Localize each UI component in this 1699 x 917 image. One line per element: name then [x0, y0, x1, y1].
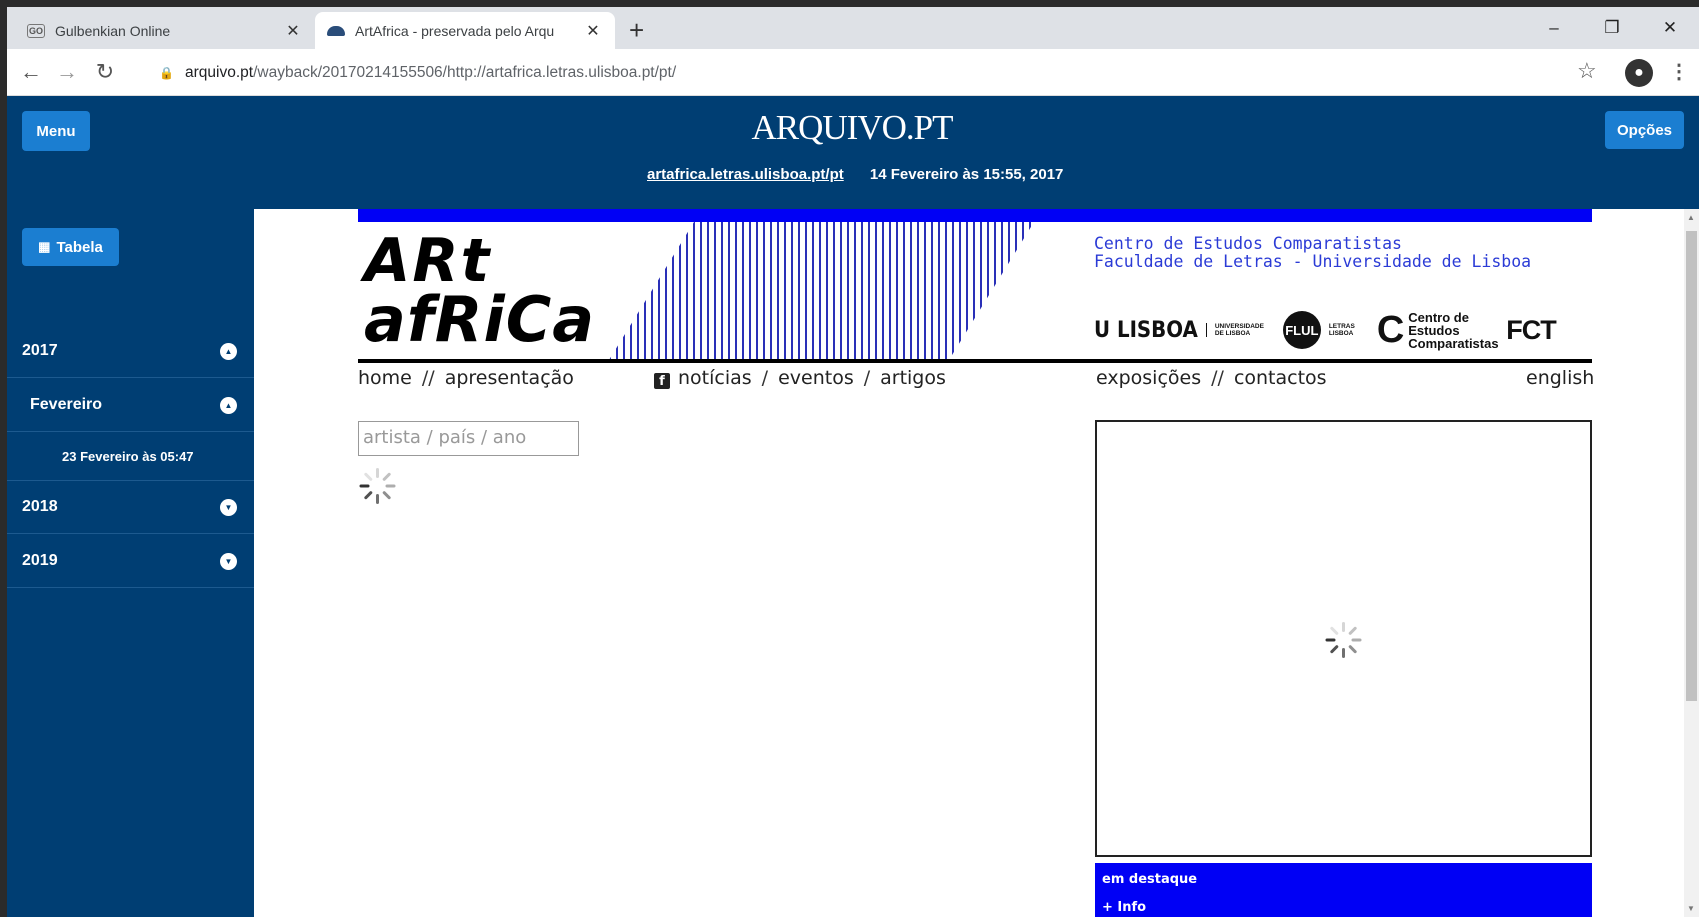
browser-menu-icon[interactable]: ⋮	[1669, 59, 1689, 84]
stripes-graphic	[609, 222, 1034, 360]
options-button[interactable]: Opções	[1605, 111, 1684, 149]
site-nav-middle: f notícias / eventos / artigos	[654, 367, 946, 389]
nav-noticias[interactable]: notícias	[678, 367, 752, 389]
tab-strip: GO Gulbenkian Online ✕ ArtAfrica - prese…	[7, 7, 1699, 49]
year-label: 2019	[22, 552, 58, 569]
flul-small-text: LETRAS LISBOA	[1328, 323, 1355, 337]
archive-info: artafrica.letras.ulisboa.pt/pt 14 Fevere…	[647, 166, 1063, 183]
account-icon[interactable]: ●	[1625, 59, 1653, 87]
loading-spinner-icon	[1324, 620, 1364, 660]
new-tab-button[interactable]: +	[629, 15, 644, 45]
arquivo-logo[interactable]: ARQUIVO.PT	[627, 108, 1077, 148]
fct-logo[interactable]: FCT	[1506, 315, 1556, 346]
window-controls: – ❐ ✕	[1525, 7, 1699, 49]
institution-line-1: Centro de Estudos Comparatistas	[1094, 234, 1402, 253]
institution-text: Centro de Estudos Comparatistas Faculdad…	[1094, 235, 1531, 271]
bookmark-star-icon[interactable]: ☆	[1577, 58, 1597, 84]
ulisboa-small-text: UNIVERSIDADE DE LISBOA	[1205, 323, 1264, 337]
reload-icon[interactable]: ↻	[91, 59, 119, 85]
timeline-sidebar: ▦ Tabela 2017 ▲ Fevereiro ▲ 23 Fevereiro…	[7, 209, 254, 917]
chevron-down-icon: ▼	[220, 552, 237, 570]
back-arrow-icon[interactable]: ←	[17, 59, 45, 85]
menu-button[interactable]: Menu	[22, 111, 90, 151]
month-label: Fevereiro	[30, 396, 103, 413]
scroll-down-icon[interactable]: ▼	[1687, 904, 1695, 913]
nav-exposicoes[interactable]: exposições	[1096, 367, 1201, 389]
gulbenkian-favicon-icon: GO	[27, 23, 45, 38]
lock-icon: 🔒	[159, 66, 174, 80]
restore-button[interactable]: ❐	[1583, 7, 1641, 49]
logo-line-1: ARt	[364, 226, 492, 296]
tab-artafrica[interactable]: ArtAfrica - preservada pelo Arqu ✕	[315, 12, 615, 49]
page-scrollbar[interactable]: ▲ ▼	[1684, 209, 1699, 917]
site-nav-left: home//apresentação	[358, 367, 574, 389]
archived-page: ARt afRiCa Centro de Estudos Comparatist…	[254, 209, 1684, 917]
cec-c-icon: C	[1376, 309, 1405, 351]
nav-apresentacao[interactable]: apresentação	[445, 367, 574, 389]
scrollbar-thumb[interactable]	[1686, 231, 1697, 701]
facebook-icon[interactable]: f	[654, 373, 670, 389]
ulisboa-logo[interactable]: U LISBOA	[1094, 318, 1198, 343]
tab-gulbenkian[interactable]: GO Gulbenkian Online ✕	[15, 12, 315, 49]
header-divider	[358, 359, 1592, 363]
archived-date: 14 Fevereiro às 15:55, 2017	[869, 166, 1064, 183]
address-bar[interactable]: 🔒 arquivo.pt/wayback/20170214155506/http…	[147, 57, 1597, 89]
close-window-button[interactable]: ✕	[1641, 7, 1699, 49]
search-input[interactable]: artista / país / ano	[358, 421, 579, 456]
year-2018[interactable]: 2018 ▼	[7, 481, 254, 534]
loading-spinner-icon	[358, 466, 398, 506]
year-label: 2017	[22, 342, 58, 359]
institution-line-2: Faculdade de Letras - Universidade de Li…	[1094, 252, 1532, 271]
chevron-down-icon: ▼	[220, 498, 237, 516]
tab-title: Gulbenkian Online	[55, 22, 171, 39]
nav-english[interactable]: english	[1526, 367, 1594, 389]
destaque-title: em destaque	[1102, 872, 1198, 887]
forward-arrow-icon[interactable]: →	[53, 59, 81, 85]
browser-toolbar: ← → ↻ 🔒 arquivo.pt/wayback/2017021415550…	[7, 49, 1699, 96]
site-top-bar	[358, 209, 1592, 222]
tab-title: ArtAfrica - preservada pelo Arqu	[355, 22, 555, 39]
site-nav-right: exposições//contactos	[1096, 367, 1327, 389]
year-label: 2018	[22, 498, 58, 515]
arquivo-header: Menu ARQUIVO.PT Opções artafrica.letras.…	[7, 96, 1699, 209]
arquivo-favicon-icon	[327, 25, 345, 36]
snapshot-link[interactable]: 23 Fevereiro às 05:47	[7, 433, 254, 481]
close-tab-icon[interactable]: ✕	[283, 21, 303, 41]
year-2017[interactable]: 2017 ▲	[7, 325, 254, 378]
partner-logos: U LISBOA UNIVERSIDADE DE LISBOA FLUL LET…	[1094, 309, 1594, 351]
archived-url-link[interactable]: artafrica.letras.ulisboa.pt/pt	[647, 166, 844, 183]
browser-window: GO Gulbenkian Online ✕ ArtAfrica - prese…	[7, 7, 1699, 917]
chevron-up-icon: ▲	[220, 342, 237, 360]
scroll-up-icon[interactable]: ▲	[1687, 213, 1695, 222]
cec-logo-text[interactable]: Centro de Estudos Comparatistas	[1408, 311, 1498, 350]
featured-image-box[interactable]	[1095, 420, 1592, 857]
month-fevereiro[interactable]: Fevereiro ▲	[7, 379, 254, 432]
close-tab-icon[interactable]: ✕	[583, 21, 603, 41]
artafrica-logo[interactable]: ARt afRiCa	[364, 226, 596, 356]
nav-contactos[interactable]: contactos	[1234, 367, 1327, 389]
logo-line-2: afRiCa	[364, 283, 596, 356]
url-text: arquivo.pt/wayback/20170214155506/http:/…	[185, 64, 677, 81]
year-2019[interactable]: 2019 ▼	[7, 535, 254, 588]
nav-home[interactable]: home	[358, 367, 412, 389]
table-grid-icon: ▦	[38, 239, 51, 254]
destaque-info-link[interactable]: + Info	[1102, 897, 1585, 917]
minimize-button[interactable]: –	[1525, 7, 1583, 49]
nav-eventos[interactable]: eventos	[778, 367, 854, 389]
chevron-up-icon: ▲	[220, 396, 237, 414]
table-view-button[interactable]: ▦ Tabela	[22, 228, 119, 266]
flul-logo[interactable]: FLUL	[1282, 311, 1321, 349]
table-label: Tabela	[56, 238, 103, 256]
em-destaque-panel: em destaque + Info	[1095, 863, 1592, 917]
nav-artigos[interactable]: artigos	[880, 367, 946, 389]
